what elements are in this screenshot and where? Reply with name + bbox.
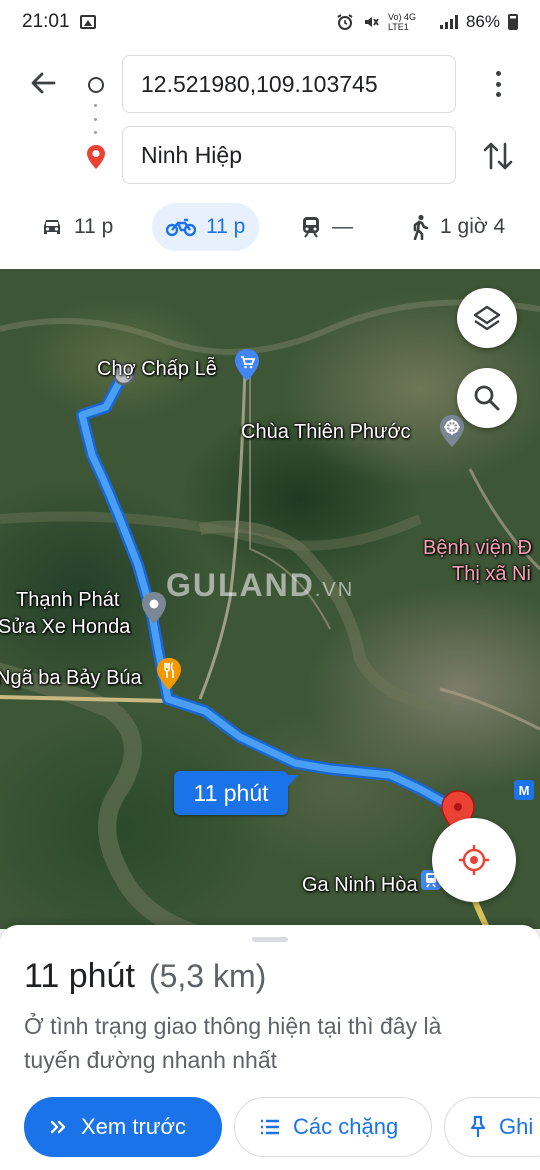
motorbike-icon (166, 218, 196, 237)
tab-motorbike[interactable]: 11 p (152, 203, 260, 251)
pin-icon (470, 1115, 486, 1137)
watermark: GULAND.VN (166, 567, 355, 603)
destination-field[interactable]: Ninh Hiệp (122, 126, 456, 184)
location-pin-icon[interactable] (140, 591, 168, 625)
layers-button[interactable] (457, 288, 517, 348)
walk-icon (413, 214, 429, 240)
route-summary-sheet[interactable]: 11 phút (5,3 km) Ở tình trạng giao thông… (0, 925, 540, 1170)
search-icon (474, 385, 500, 411)
map-label-nga-ba-bay-bua[interactable]: Ngã ba Bảy Búa (0, 667, 142, 690)
map-label-cho-chap-le[interactable]: Chợ Chấp Lễ (97, 358, 217, 381)
chevrons-right-icon (50, 1120, 66, 1134)
train-icon (303, 217, 319, 238)
status-time: 21:01 (22, 11, 70, 32)
directions-header: 12.521980,109.103745 Ninh Hiệp (0, 44, 540, 200)
route-duration-row: 11 phút (5,3 km) (24, 957, 266, 996)
map-label-benh-vien-line2[interactable]: Thị xã Ni (452, 563, 531, 586)
map-label-chua-thien-phuoc[interactable]: Chùa Thiên Phước (241, 421, 411, 444)
layers-icon (473, 305, 501, 331)
my-location-icon (459, 845, 489, 875)
car-icon (44, 220, 60, 234)
tab-transit[interactable]: — (286, 203, 367, 251)
sheet-actions: Xem trước Các chặng Ghi (24, 1097, 540, 1157)
destination-pin-icon (87, 145, 105, 169)
save-button-label: Ghi (499, 1114, 534, 1139)
status-bar: 21:01 Vo) 4G LTE1 86% (0, 0, 540, 44)
map-label-thanh-phat[interactable]: Thạnh Phát (16, 589, 119, 612)
map-label-benh-vien[interactable]: Bệnh viện Đ (423, 537, 532, 560)
tab-motorbike-label: 11 p (206, 215, 246, 238)
preview-button-label: Xem trước (81, 1114, 186, 1139)
battery-icon (508, 14, 518, 30)
save-button[interactable]: Ghi (444, 1097, 540, 1157)
route-description: Ở tình trạng giao thông hiện tại thì đây… (24, 1013, 442, 1073)
my-location-button[interactable] (432, 818, 516, 902)
more-vert-icon[interactable] (486, 68, 510, 100)
origin-field[interactable]: 12.521980,109.103745 (122, 55, 456, 113)
signal-icon (439, 15, 458, 29)
list-icon (261, 1119, 279, 1135)
preview-button[interactable]: Xem trước (24, 1097, 222, 1157)
alarm-icon (337, 14, 353, 30)
tab-driving-label: 11 p (74, 215, 114, 238)
map-label-ga-ninh-hoa[interactable]: Ga Ninh Hòa (302, 874, 418, 897)
mute-icon (364, 17, 379, 27)
map-label-thanh-phat-line2[interactable]: Sửa Xe Honda (0, 616, 130, 639)
route-duration: 11 phút (24, 957, 135, 995)
tab-walking-label: 1 giờ 4 (440, 215, 506, 238)
network-indicator: Vo) 4G LTE1 (387, 12, 416, 32)
map-view[interactable]: Chợ Chấp Lễ Chùa Thiên Phước Bệnh viện Đ… (0, 269, 540, 929)
metro-badge: M (514, 780, 534, 800)
shopping-cart-icon[interactable] (233, 348, 261, 382)
back-arrow-icon (31, 72, 56, 94)
route-connector (94, 104, 97, 134)
drag-handle[interactable] (252, 937, 288, 942)
route-duration-badge[interactable]: 11 phút (174, 771, 298, 815)
steps-button-label: Các chặng (293, 1114, 399, 1139)
destination-value: Ninh Hiệp (141, 141, 242, 168)
image-icon (79, 15, 96, 29)
origin-value: 12.521980,109.103745 (141, 70, 378, 97)
route-distance: (5,3 km) (148, 958, 267, 994)
temple-icon[interactable] (438, 414, 466, 448)
back-button[interactable] (26, 66, 60, 100)
swap-icon[interactable] (482, 138, 514, 174)
tab-driving[interactable]: 11 p (26, 203, 127, 251)
origin-circle-icon (88, 77, 104, 93)
search-along-route-button[interactable] (457, 368, 517, 428)
travel-mode-tabs: 11 p 11 p — 1 giờ 4 (0, 203, 540, 253)
battery-percent: 86% (465, 12, 500, 31)
steps-button[interactable]: Các chặng (234, 1097, 432, 1157)
tab-transit-label: — (332, 215, 353, 238)
tab-walking[interactable]: 1 giờ 4 (396, 203, 519, 251)
restaurant-icon[interactable] (155, 657, 183, 691)
